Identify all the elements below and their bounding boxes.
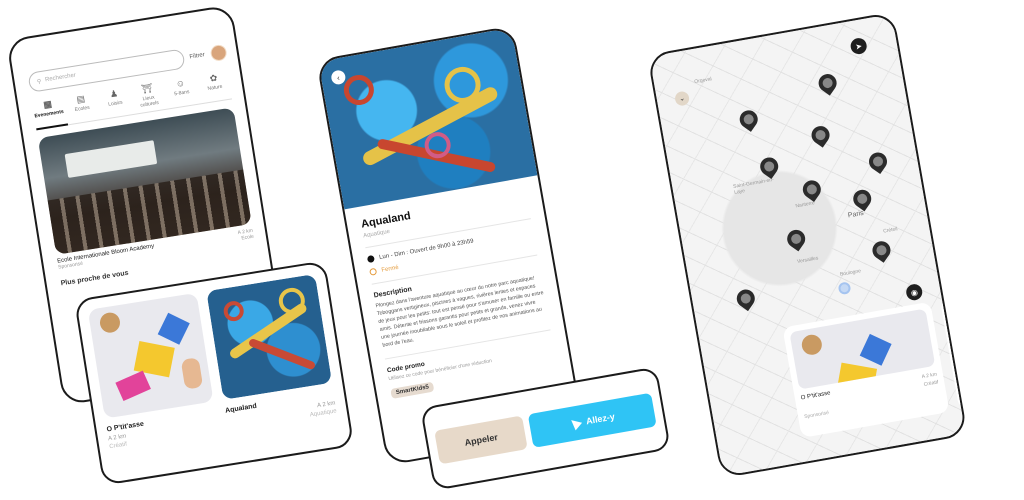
status-icon <box>369 267 378 276</box>
museum-icon: ⛩ <box>140 82 154 95</box>
call-button[interactable]: Appeler <box>434 415 529 465</box>
chevron-down-icon: ⌄ <box>678 95 686 104</box>
card-image-waterpark <box>946 292 968 362</box>
nearby-card[interactable]: O P'tit'asse A 2 km Créatif <box>87 292 219 450</box>
navigation-arrow-icon <box>568 416 583 431</box>
go-button[interactable]: Allez-y <box>528 392 657 448</box>
go-button-label: Allez-y <box>585 411 616 427</box>
person-icon: ♟ <box>109 88 119 100</box>
tab-ecoles[interactable]: ▤ Ecoles <box>65 93 98 120</box>
clock-icon <box>366 254 375 264</box>
search-placeholder: Rechercher <box>44 72 77 84</box>
card-image-waterpark <box>206 273 333 400</box>
detail-body: Aqualand Aquatique Lun - Dim : Ouvert de… <box>344 175 571 402</box>
tab-nature[interactable]: ✿ Nature <box>198 72 231 99</box>
tab-lieux-culturels[interactable]: ⛩ Lieux culturels <box>132 82 165 109</box>
card-sponsor: Sponsorisé <box>959 372 968 383</box>
card-image-crafts <box>87 292 214 419</box>
book-icon: ▤ <box>75 93 86 105</box>
card-name: Aqualand <box>958 363 968 374</box>
tab-loisirs[interactable]: ♟ Loisirs <box>98 87 131 114</box>
search-icon: ⚲ <box>36 78 42 86</box>
nearby-cards-panel: O P'tit'asse A 2 km Créatif Aqualand A 2… <box>74 260 355 486</box>
status-badge: Fermé <box>380 264 400 274</box>
calendar-icon: ▦ <box>42 98 53 110</box>
target-icon: ◉ <box>910 287 919 298</box>
child-icon: ☺ <box>174 77 186 89</box>
whiteboard-shape <box>64 140 158 178</box>
avatar[interactable] <box>209 43 228 63</box>
description-text: Plongez dans l'aventure aquatique au cœu… <box>375 275 545 349</box>
tab-evenements[interactable]: ▦ Evenements <box>32 98 65 125</box>
card-category: Créatif <box>923 378 939 388</box>
promo-code[interactable]: SmartKids5 <box>390 381 435 399</box>
tab-5-8ans[interactable]: ☺ 5-8ans <box>165 77 198 104</box>
filter-button[interactable]: Filtrer <box>189 52 205 60</box>
map-screen: Orgeval Saint-Germain-en-Laye Nanterre P… <box>647 11 968 479</box>
navigation-arrow-icon: ➤ <box>854 41 863 52</box>
showcase-stage: ⚲ Rechercher Filtrer ▦ Evenements ▤ Ecoles… <box>0 0 1024 500</box>
leaf-icon: ✿ <box>208 72 218 84</box>
card-name: O P'tit'asse <box>800 390 832 402</box>
nearby-card[interactable]: Aqualand A 2 km Aquatique <box>206 273 337 431</box>
chevron-left-icon: ‹ <box>336 72 341 83</box>
